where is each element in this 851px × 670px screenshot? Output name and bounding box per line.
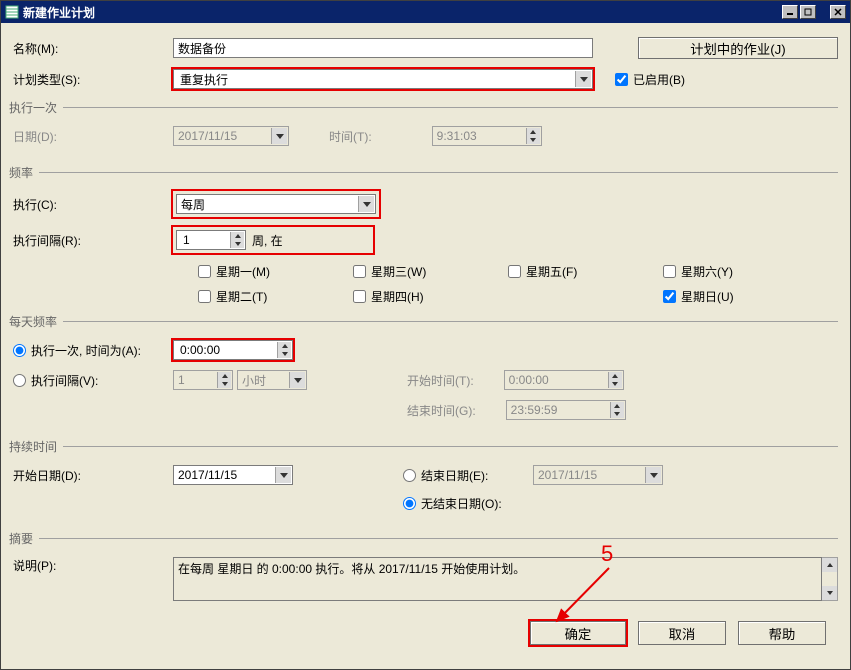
summary-desc-textarea bbox=[173, 557, 822, 601]
once-time-spin: 9:31:03 bbox=[432, 126, 542, 146]
chevron-down-icon[interactable] bbox=[358, 196, 374, 212]
summary-group: 摘要 说明(P): bbox=[13, 530, 838, 611]
day-tue[interactable]: 星期二(T) bbox=[198, 288, 353, 305]
ok-button[interactable]: 确定 bbox=[530, 621, 626, 645]
once-date-label: 日期(D): bbox=[13, 128, 173, 145]
window-title: 新建作业计划 bbox=[23, 4, 782, 21]
duration-end-combo: 2017/11/15 bbox=[533, 465, 663, 485]
freq-interval-suffix: 周, 在 bbox=[252, 232, 370, 249]
close-button[interactable] bbox=[830, 5, 846, 19]
daily-freq-group: 每天频率 执行一次, 时间为(A): 0:00:00 执行间隔(V): 1 bbox=[13, 313, 838, 430]
daily-start-label: 开始时间(T): bbox=[407, 372, 474, 389]
help-button[interactable]: 帮助 bbox=[738, 621, 826, 645]
plan-type-combo[interactable]: 重复执行 bbox=[173, 69, 593, 89]
duration-noend-radio[interactable]: 无结束日期(O): bbox=[403, 495, 502, 512]
daily-end-spin: 23:59:59 bbox=[506, 400, 626, 420]
scroll-up-icon[interactable] bbox=[822, 558, 837, 572]
frequency-group: 频率 执行(C): 每周 执行间隔(R): 1 周, 在 bbox=[13, 164, 838, 305]
chevron-down-icon[interactable] bbox=[275, 467, 291, 483]
day-sat[interactable]: 星期六(Y) bbox=[663, 263, 818, 280]
plan-type-label: 计划类型(S): bbox=[13, 71, 173, 88]
dialog-content: 名称(M): 计划中的作业(J) 计划类型(S): 重复执行 已启用(B) 执行… bbox=[1, 23, 850, 669]
daily-interval-unit-combo: 小时 bbox=[237, 370, 307, 390]
maximize-button[interactable] bbox=[800, 5, 816, 19]
dialog-window: 新建作业计划 名称(M): 计划中的作业(J) 计划类型(S): 重复执行 已启… bbox=[0, 0, 851, 670]
minimize-button[interactable] bbox=[782, 5, 798, 19]
textarea-scrollbar[interactable] bbox=[822, 557, 838, 601]
daily-start-spin: 0:00:00 bbox=[504, 370, 624, 390]
duration-group: 持续时间 开始日期(D): 2017/11/15 结束日期(E): 2017/1… bbox=[13, 438, 838, 522]
duration-end-radio[interactable]: 结束日期(E): bbox=[403, 467, 533, 484]
day-wed[interactable]: 星期三(W) bbox=[353, 263, 508, 280]
chevron-down-icon bbox=[271, 128, 287, 144]
freq-interval-spin[interactable]: 1 bbox=[176, 230, 246, 250]
daily-once-time-spin[interactable]: 0:00:00 bbox=[173, 340, 293, 360]
button-bar: 确定 取消 帮助 bbox=[13, 615, 838, 657]
freq-interval-label: 执行间隔(R): bbox=[13, 232, 173, 249]
day-sun[interactable]: 星期日(U) bbox=[663, 288, 818, 305]
daily-interval-spin: 1 bbox=[173, 370, 233, 390]
chevron-down-icon bbox=[289, 372, 305, 388]
daily-once-radio[interactable]: 执行一次, 时间为(A): bbox=[13, 342, 173, 359]
enabled-checkbox[interactable]: 已启用(B) bbox=[615, 71, 685, 88]
duration-start-label: 开始日期(D): bbox=[13, 467, 173, 484]
weekday-checkboxes: 星期一(M) 星期三(W) 星期五(F) 星期六(Y) 星期二(T) 星期四(H… bbox=[198, 263, 838, 305]
title-bar: 新建作业计划 bbox=[1, 1, 850, 23]
once-date-combo: 2017/11/15 bbox=[173, 126, 289, 146]
duration-start-combo[interactable]: 2017/11/15 bbox=[173, 465, 293, 485]
day-fri[interactable]: 星期五(F) bbox=[508, 263, 663, 280]
freq-exec-combo[interactable]: 每周 bbox=[176, 194, 376, 214]
app-icon bbox=[5, 5, 19, 19]
day-mon[interactable]: 星期一(M) bbox=[198, 263, 353, 280]
run-once-group: 执行一次 日期(D): 2017/11/15 时间(T): 9:31:03 bbox=[13, 99, 838, 156]
name-input[interactable] bbox=[173, 38, 593, 58]
scroll-down-icon[interactable] bbox=[822, 586, 837, 600]
cancel-button[interactable]: 取消 bbox=[638, 621, 726, 645]
daily-interval-radio[interactable]: 执行间隔(V): bbox=[13, 372, 173, 389]
chevron-down-icon[interactable] bbox=[575, 71, 591, 87]
daily-end-label: 结束时间(G): bbox=[407, 402, 476, 419]
summary-desc-label: 说明(P): bbox=[13, 557, 173, 574]
freq-exec-label: 执行(C): bbox=[13, 196, 173, 213]
jobs-in-plan-button[interactable]: 计划中的作业(J) bbox=[638, 37, 838, 59]
chevron-down-icon bbox=[645, 467, 661, 483]
day-thu[interactable]: 星期四(H) bbox=[353, 288, 508, 305]
titlebar-buttons bbox=[782, 5, 846, 19]
name-label: 名称(M): bbox=[13, 40, 173, 57]
once-time-label: 时间(T): bbox=[329, 128, 372, 145]
